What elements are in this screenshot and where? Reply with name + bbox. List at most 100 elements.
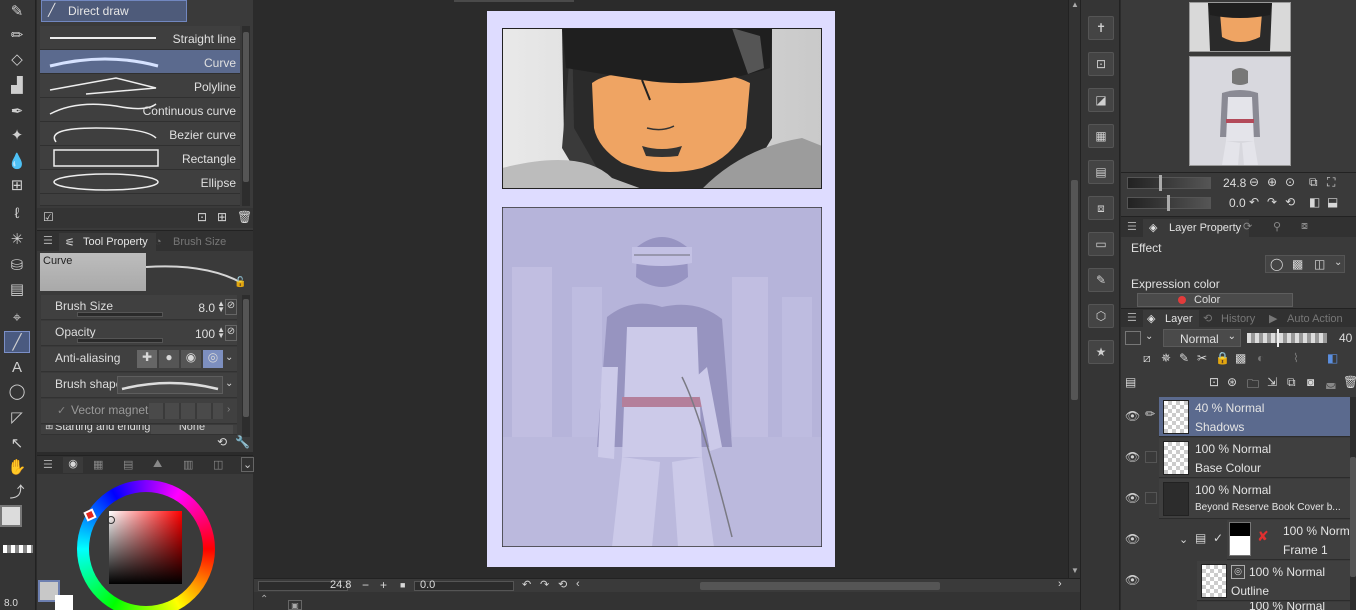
sub-view-icon[interactable]: ▭ xyxy=(1088,232,1114,256)
layer-opacity-value[interactable]: 40 xyxy=(1339,331,1352,345)
color-set-tab-icon[interactable]: ▤ xyxy=(123,458,133,471)
vector-magnet-checkbox[interactable]: ✓ xyxy=(57,404,66,417)
main-color-swatch[interactable] xyxy=(0,505,22,527)
starting-ending-select[interactable]: None xyxy=(151,425,233,434)
transform-icon[interactable]: ⊞ xyxy=(4,174,30,196)
copy-sub-tool-icon[interactable]: ⊡ xyxy=(197,210,207,224)
visibility-eye-icon[interactable]: 👁 xyxy=(1125,532,1140,546)
antialias-strong-icon[interactable]: ◎ xyxy=(203,350,223,368)
apply-mask-icon[interactable]: ◛ xyxy=(1325,375,1337,389)
layer-opacity-handle[interactable] xyxy=(1277,329,1279,347)
scroll-left-icon[interactable]: ‹ xyxy=(576,578,580,590)
hand-icon[interactable]: ✋ xyxy=(4,456,30,478)
comic-panel-2[interactable] xyxy=(502,207,822,547)
mask-disabled-icon[interactable]: ✘ xyxy=(1257,528,1269,545)
wrench-icon[interactable]: 🔧 xyxy=(235,435,250,449)
navigator-zoom-value[interactable]: 24.8 xyxy=(1223,176,1246,190)
lock-icon[interactable]: 🔓 xyxy=(234,277,246,288)
blend-mode-select[interactable]: Normal ⌄ xyxy=(1163,329,1241,347)
layer-row-shadows[interactable]: 40 % Normal Shadows xyxy=(1159,397,1351,437)
fill-icon[interactable]: ▟ xyxy=(4,74,30,96)
frame-border-icon[interactable]: ◸ xyxy=(4,406,30,428)
pen-icon[interactable]: ✎ xyxy=(4,0,30,22)
draft-layer-icon[interactable]: ✎ xyxy=(1179,351,1189,365)
scroll-right-icon[interactable]: › xyxy=(1058,578,1062,590)
delete-layer-icon[interactable]: 🗑 xyxy=(1343,375,1356,389)
lasso-icon[interactable]: ℓ xyxy=(4,202,30,224)
checkmark-icon[interactable]: ✓ xyxy=(1213,531,1223,545)
reference-layer-icon[interactable]: ✵ xyxy=(1161,351,1171,365)
reset-icon[interactable]: ⟲ xyxy=(217,435,227,449)
edit-icon[interactable]: ✎ xyxy=(1088,268,1114,292)
sv-cursor[interactable] xyxy=(107,516,115,524)
tab-icon-4[interactable]: ⧇ xyxy=(1301,220,1308,233)
navigator-rotate-handle[interactable] xyxy=(1167,195,1170,211)
draw-mode-icon[interactable]: ✂ xyxy=(1197,351,1207,365)
visibility-eye-icon[interactable]: 👁 xyxy=(1125,491,1140,505)
zoom-in-icon[interactable]: + xyxy=(380,578,387,592)
new-folder-icon[interactable]: 🗀 xyxy=(1247,375,1259,396)
comic-panel-1[interactable] xyxy=(502,28,822,189)
opacity-slider[interactable] xyxy=(77,338,163,343)
chevron-down-icon[interactable]: ⌄ xyxy=(1145,331,1153,342)
navigator-thumb-panel-2[interactable] xyxy=(1189,56,1291,166)
3d-object-icon[interactable]: ⬡ xyxy=(1088,304,1114,328)
combine-icon[interactable]: ⧉ xyxy=(1287,375,1296,390)
layer-opacity-slider[interactable] xyxy=(1247,333,1327,343)
opacity-value[interactable]: 100 xyxy=(195,327,215,341)
brush-size-value[interactable]: 8.0 xyxy=(198,301,215,315)
layer-row-base-colour[interactable]: 100 % Normal Base Colour xyxy=(1159,438,1351,478)
expand-icon[interactable]: ⊞ xyxy=(45,425,53,432)
fit-window-icon[interactable]: ⛶ xyxy=(1327,175,1335,190)
mask-icon[interactable]: ◐ xyxy=(1257,351,1264,365)
zoom-reset-icon[interactable]: ⊙ xyxy=(1285,175,1295,189)
layer-row-outline[interactable]: ◎ 100 % Normal Outline xyxy=(1197,561,1351,601)
chevron-right-icon[interactable]: › xyxy=(227,404,230,415)
tab-icon-3[interactable]: ⚲ xyxy=(1273,220,1281,233)
sub-tool-scrollbar[interactable] xyxy=(242,26,250,206)
border-effect-icon[interactable]: ◯ xyxy=(1270,257,1283,271)
sub-tool-group-direct-draw[interactable]: ╱ Direct draw xyxy=(41,0,187,22)
flip-horizontal-icon[interactable]: ◧ xyxy=(1309,195,1320,209)
visibility-eye-icon[interactable]: 👁 xyxy=(1125,450,1140,464)
reset-rotation-icon[interactable]: ⟲ xyxy=(558,578,567,591)
color-sub-swatch[interactable] xyxy=(55,595,73,610)
rotate-left-icon[interactable]: ↶ xyxy=(522,578,531,591)
tab-brush-size[interactable]: ◔ Brush Size xyxy=(149,233,234,251)
expression-color-select[interactable]: Color xyxy=(1137,293,1293,307)
zoom-out-icon[interactable]: ⊖ xyxy=(1249,175,1259,189)
layer-row-book-cover[interactable]: 100 % Normal Beyond Reserve Book Cover b… xyxy=(1159,479,1351,519)
layer-row-partial[interactable]: 100 % Normal xyxy=(1197,602,1351,610)
pen-nib-icon[interactable]: ✒ xyxy=(4,100,30,122)
reset-rotation-icon[interactable]: ⟲ xyxy=(1285,195,1295,209)
canvas-hscroll-thumb[interactable] xyxy=(700,582,940,590)
sub-tool-rectangle[interactable]: Rectangle xyxy=(40,146,240,170)
figure-icon[interactable]: ✝ xyxy=(1088,16,1114,40)
object-icon[interactable]: ⌖ xyxy=(4,306,30,328)
antialias-weak-icon[interactable]: ● xyxy=(159,350,179,368)
tone-icon[interactable]: ▦ xyxy=(1088,124,1114,148)
opacity-pressure-icon[interactable]: ⊘ xyxy=(225,325,237,341)
navigator-zoom-handle[interactable] xyxy=(1159,175,1162,191)
figure-tool-icon[interactable]: ╱ xyxy=(4,331,30,353)
navigator-zoom-slider[interactable] xyxy=(1127,177,1211,189)
panel-menu-icon[interactable]: ☰ xyxy=(43,458,53,471)
canvas-page[interactable] xyxy=(487,11,835,567)
edit-target-icon[interactable]: ✏ xyxy=(1145,407,1155,421)
layer-scrollbar[interactable] xyxy=(1350,397,1356,610)
delete-sub-tool-icon[interactable]: 🗑 xyxy=(237,210,252,224)
starting-ending-row[interactable]: ⊞ Starting and ending None xyxy=(41,425,237,435)
panel-menu-icon[interactable]: ☰ xyxy=(1127,311,1137,324)
sub-tool-ellipse[interactable]: Ellipse xyxy=(40,170,240,194)
visibility-eye-icon[interactable]: 👁 xyxy=(1125,573,1140,587)
create-mask-icon[interactable]: ◙ xyxy=(1307,375,1314,389)
color-wheel-tab-icon[interactable]: ◉ xyxy=(63,457,83,473)
vector-magnet-row[interactable]: ✓ Vector magnet › xyxy=(41,399,237,424)
zoom-out-icon[interactable]: − xyxy=(362,578,369,592)
chevron-down-icon[interactable]: ⌄ xyxy=(1334,257,1342,268)
tab-layer[interactable]: ◈ Layer xyxy=(1143,310,1199,327)
sparkle-icon[interactable]: ✦ xyxy=(4,124,30,146)
sub-tool-polyline[interactable]: Polyline xyxy=(40,74,240,98)
auto-select-icon[interactable]: ✳ xyxy=(4,228,30,250)
anti-aliasing-row[interactable]: Anti-aliasing ✚ ● ◉ ◎ ⌄ xyxy=(41,347,237,372)
